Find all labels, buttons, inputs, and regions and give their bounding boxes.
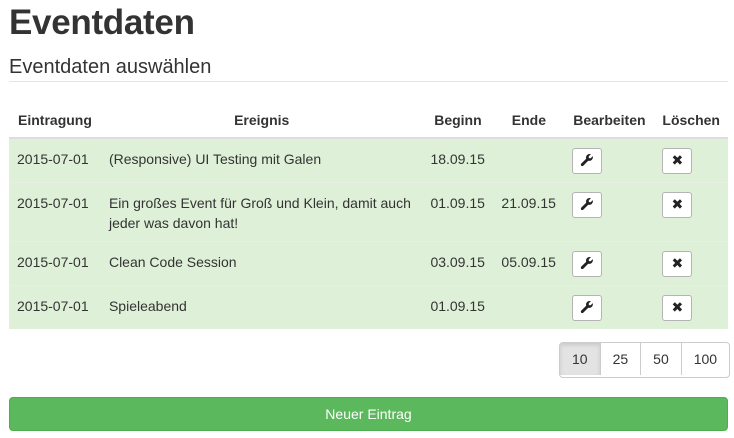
column-header-end: Ende: [493, 102, 565, 139]
page-title: Eventdaten: [9, 3, 195, 42]
column-header-event: Ereignis: [100, 102, 423, 139]
cell-end: 05.09.15: [493, 241, 565, 286]
cell-edit: [564, 285, 655, 329]
cell-event: Clean Code Session: [100, 241, 423, 286]
cell-edit: [564, 138, 655, 183]
close-icon: ✖: [671, 197, 684, 213]
edit-button[interactable]: [572, 148, 603, 174]
cell-start: 01.09.15: [422, 182, 494, 242]
table-row: 2015-07-01 Spieleabend 01.09.15 ✖: [9, 285, 728, 329]
close-icon: ✖: [671, 300, 684, 316]
edit-button[interactable]: [572, 251, 603, 277]
table-row: 2015-07-01 Ein großes Event für Groß und …: [9, 182, 728, 242]
table-row: 2015-07-01 Clean Code Session 03.09.15 05.0…: [9, 241, 728, 286]
cell-end: [493, 285, 565, 329]
edit-button[interactable]: [572, 295, 603, 321]
column-header-start: Beginn: [422, 102, 494, 139]
cell-edit: [564, 241, 655, 286]
page-size-option-10[interactable]: 10: [560, 343, 600, 375]
wrench-icon: [580, 152, 594, 169]
wrench-icon: [580, 255, 594, 272]
page-size-selector: 10 25 50 100: [559, 342, 731, 378]
cell-entry: 2015-07-01: [9, 285, 101, 329]
cell-end: [493, 138, 565, 183]
page-size-option-25[interactable]: 25: [599, 343, 641, 375]
delete-button[interactable]: ✖: [662, 295, 693, 321]
edit-button[interactable]: [572, 192, 603, 218]
page-size-option-50[interactable]: 50: [640, 343, 681, 375]
column-header-delete: Löschen: [654, 102, 728, 139]
page-size-option-100[interactable]: 100: [680, 343, 730, 375]
new-entry-button[interactable]: Neuer Eintrag: [9, 397, 728, 431]
close-icon: ✖: [671, 153, 684, 169]
table-row: 2015-07-01 (Responsive) UI Testing mit Ga…: [9, 138, 728, 183]
delete-button[interactable]: ✖: [662, 192, 693, 218]
cell-start: 18.09.15: [422, 138, 494, 183]
delete-button[interactable]: ✖: [662, 251, 693, 277]
cell-delete: ✖: [654, 182, 728, 242]
wrench-icon: [580, 196, 594, 213]
cell-event: Ein großes Event für Groß und Klein, dam…: [100, 182, 423, 242]
cell-entry: 2015-07-01: [9, 138, 101, 183]
table-header-row: Eintragung Ereignis Beginn Ende Bearbeit…: [9, 102, 728, 139]
close-icon: ✖: [671, 256, 684, 272]
cell-start: 01.09.15: [422, 285, 494, 329]
cell-event: Spieleabend: [100, 285, 423, 329]
cell-start: 03.09.15: [422, 241, 494, 286]
delete-button[interactable]: ✖: [662, 148, 693, 174]
cell-end: 21.09.15: [493, 182, 565, 242]
wrench-icon: [580, 299, 594, 316]
cell-edit: [564, 182, 655, 242]
cell-entry: 2015-07-01: [9, 182, 101, 242]
subtitle-divider: [9, 81, 728, 82]
column-header-entry: Eintragung: [9, 102, 101, 139]
cell-entry: 2015-07-01: [9, 241, 101, 286]
cell-delete: ✖: [654, 138, 728, 183]
cell-delete: ✖: [654, 285, 728, 329]
column-header-edit: Bearbeiten: [564, 102, 655, 139]
page-subtitle: Eventdaten auswählen: [9, 56, 212, 78]
events-table: Eintragung Ereignis Beginn Ende Bearbeit…: [9, 102, 728, 329]
cell-delete: ✖: [654, 241, 728, 286]
cell-event: (Responsive) UI Testing mit Galen: [100, 138, 423, 183]
